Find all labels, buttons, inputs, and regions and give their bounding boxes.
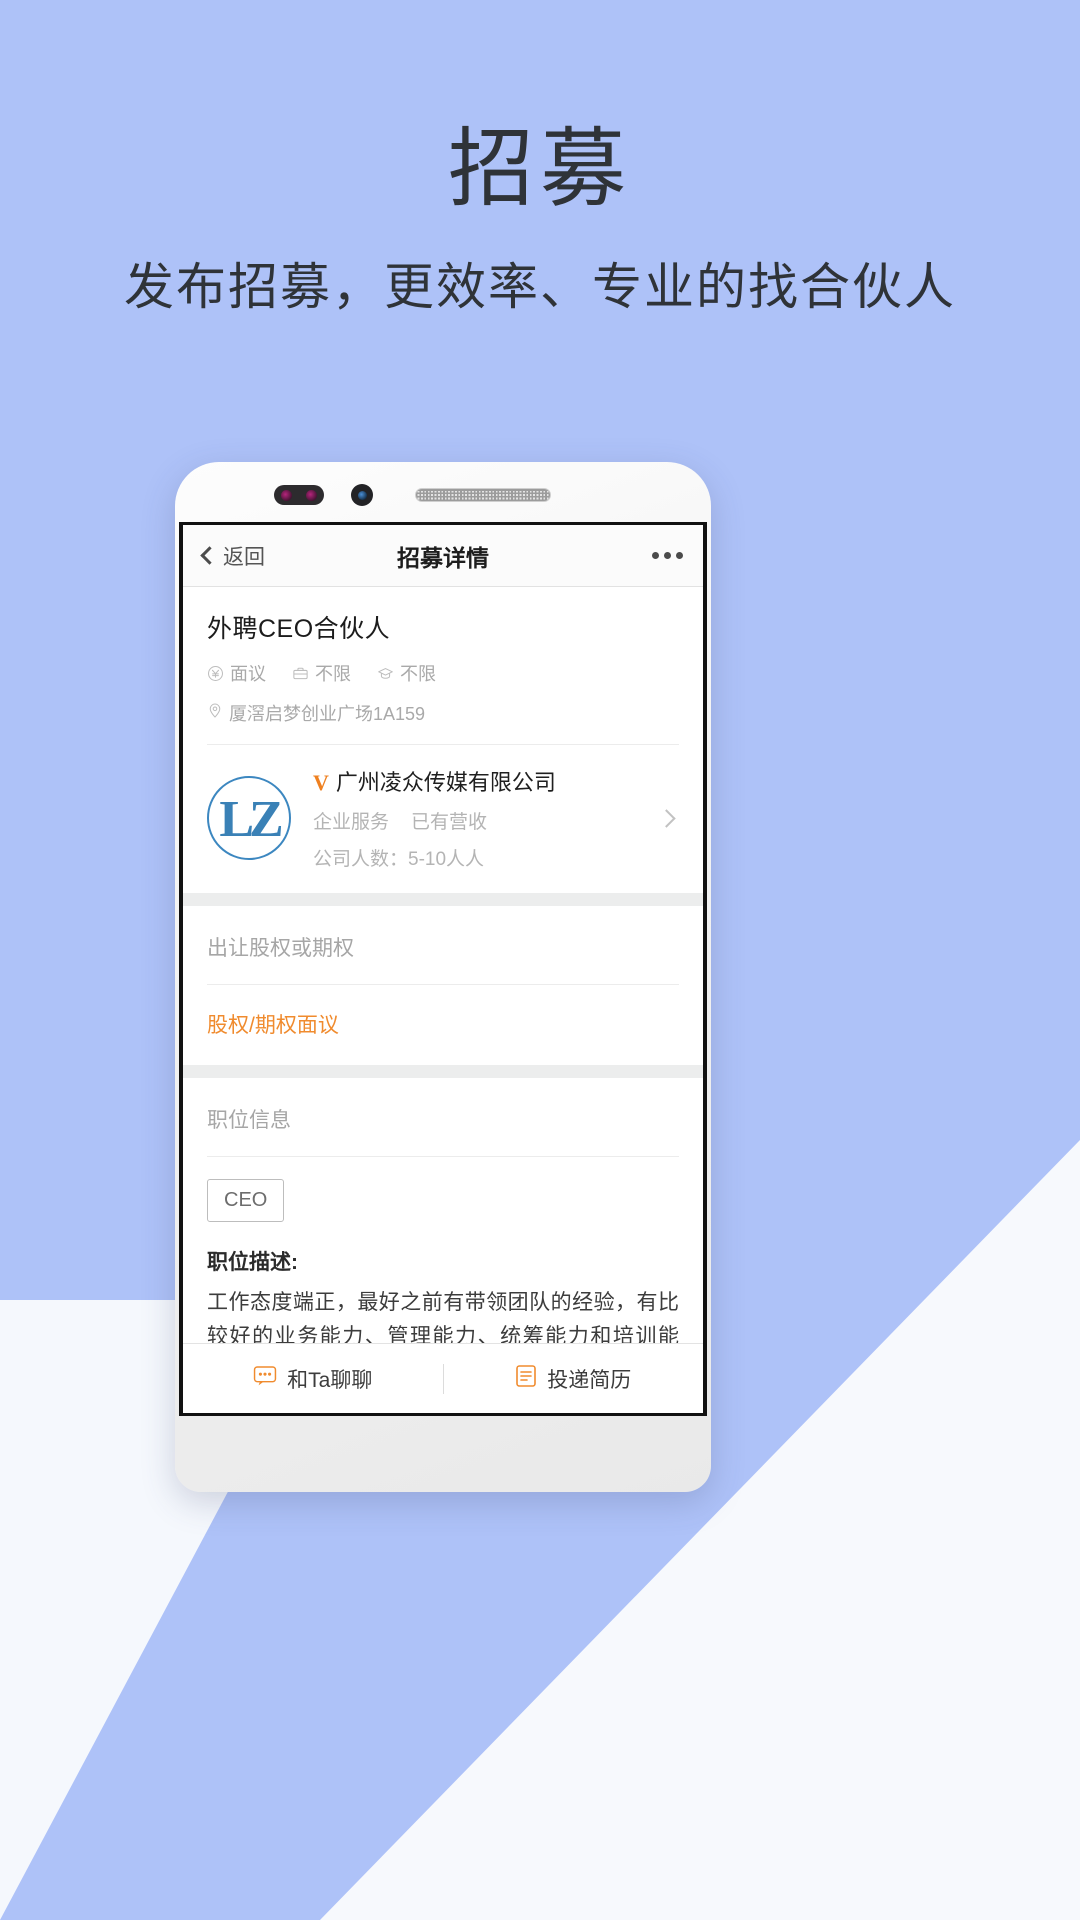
position-section-label: 职位信息 [207,1078,679,1157]
chat-bubble-icon [253,1365,277,1393]
equity-section-label: 出让股权或期权 [207,906,679,985]
phone-mockup: 返回 招募详情 外聘CEO合伙人 面议 不限 不限 厦滘启梦创业广场1A159 … [175,462,711,1492]
job-description-title: 职位描述: [207,1251,298,1274]
front-camera-icon [351,484,373,506]
job-location-row: 厦滘启梦创业广场1A159 [207,700,679,726]
company-logo-text: LZ [219,791,283,848]
company-logo: LZ [207,776,291,860]
job-tag-education-label: 不限 [400,664,436,684]
job-tag-salary: 面议 [207,660,266,686]
company-size: 公司人数：5-10人人 [313,849,485,870]
send-resume-button-label: 投递简历 [547,1368,632,1392]
section-divider [183,893,703,906]
promo-subheadline: 发布招募，更效率、专业的找合伙人 [124,258,956,315]
resume-doc-icon [515,1364,537,1394]
position-section: 职位信息 CEO 职位描述: 工作态度端正，最好之前有带领团队的经验，有比较好的… [183,1078,703,1343]
company-card[interactable]: LZ V 广州凌众传媒有限公司 企业服务 已有营收 公司人数：5-10人人 [207,744,679,893]
back-button-label: 返回 [223,545,265,569]
promo-text-block: 招募 发布招募，更效率、专业的找合伙人 [0,120,1080,319]
earpiece-speaker-icon [415,488,551,502]
briefcase-icon [292,665,309,682]
equity-section: 出让股权或期权 股权/期权面议 [183,906,703,1065]
verified-badge-icon: V [313,770,329,795]
more-dots-icon[interactable] [652,552,683,559]
phone-bottom-chin [175,1416,711,1492]
job-tag-row: 面议 不限 不限 [207,660,679,686]
phone-screen: 返回 招募详情 外聘CEO合伙人 面议 不限 不限 厦滘启梦创业广场1A159 … [179,522,707,1416]
position-chip: CEO [207,1179,285,1222]
job-tag-education: 不限 [377,660,436,686]
graduation-cap-icon [377,665,394,682]
content-scroll-area[interactable]: 外聘CEO合伙人 面议 不限 不限 厦滘启梦创业广场1A159 LZ V 广州凌… [183,587,703,1343]
company-tag-revenue: 已有营收 [411,812,488,833]
chat-button-label: 和Ta聊聊 [287,1368,373,1392]
send-resume-button[interactable]: 投递简历 [444,1364,704,1394]
job-description-body: 工作态度端正，最好之前有带领团队的经验，有比较好的业务能力、管理能力、统筹能力和… [207,1291,679,1343]
proximity-sensor-icon [274,485,324,505]
job-header: 外聘CEO合伙人 面议 不限 不限 厦滘启梦创业广场1A159 [207,587,679,744]
equity-section-value: 股权/期权面议 [207,1014,339,1037]
job-location-label: 厦滘启梦创业广场1A159 [229,704,426,724]
location-pin-icon [207,702,223,724]
back-button[interactable]: 返回 [200,541,265,571]
promo-headline: 招募 [448,121,632,217]
position-chip-row: CEO [207,1157,679,1222]
phone-top-bezel [175,462,711,524]
phone-sensor-row [175,484,711,506]
bottom-action-bar: 和Ta聊聊 投递简历 [183,1343,703,1413]
job-title: 外聘CEO合伙人 [207,615,391,643]
company-tag-industry: 企业服务 [313,812,390,833]
company-tags: 企业服务 已有营收 [313,807,660,834]
section-divider [183,1065,703,1078]
job-summary-card: 外聘CEO合伙人 面议 不限 不限 厦滘启梦创业广场1A159 LZ V 广州凌… [183,587,703,893]
job-tag-salary-label: 面议 [230,664,266,684]
chat-button[interactable]: 和Ta聊聊 [183,1364,443,1394]
company-name: 广州凌众传媒有限公司 [335,770,556,795]
yen-circle-icon [207,665,224,682]
chevron-right-icon[interactable] [657,808,676,828]
company-meta: V 广州凌众传媒有限公司 企业服务 已有营收 公司人数：5-10人人 [291,765,660,871]
job-tag-experience-label: 不限 [315,664,351,684]
chevron-left-icon [200,546,219,565]
navigation-bar: 返回 招募详情 [183,525,703,587]
job-tag-experience: 不限 [292,660,351,686]
company-name-row: V 广州凌众传媒有限公司 [313,765,660,797]
